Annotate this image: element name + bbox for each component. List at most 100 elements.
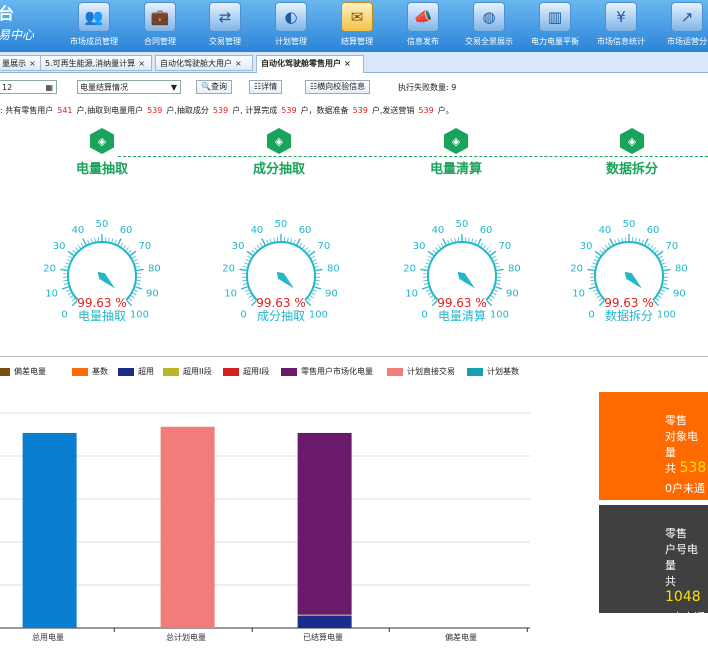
nav-item[interactable]: ◍ 交易全景展示	[456, 2, 522, 47]
close-icon[interactable]: ×	[29, 59, 36, 68]
nav-item[interactable]: ⇄ 交易管理	[192, 2, 258, 47]
gauge-tick	[488, 249, 492, 254]
gauge-tick	[450, 238, 453, 243]
nav-item[interactable]: ¥ 市场信息统计	[588, 2, 654, 47]
gauge-tick	[595, 255, 600, 259]
legend-item[interactable]: 计划直接交易	[387, 366, 455, 377]
globe-icon: ◐	[275, 2, 307, 32]
gauge-needle	[97, 271, 115, 289]
gauge-tick	[594, 292, 599, 296]
nav-label: 电力电量平衡	[531, 37, 579, 46]
legend-item[interactable]: 超用II段	[163, 366, 212, 377]
gauge-tick	[312, 259, 317, 262]
gauge-tick	[592, 262, 597, 265]
nav-item[interactable]: 📣 信息发布	[390, 2, 456, 47]
tab-cockpit-large-user[interactable]: 自动化驾驶舱大用户 ×	[155, 55, 253, 71]
legend-item[interactable]: 基数	[72, 366, 108, 377]
gauge-tick	[131, 255, 136, 259]
gauge-tick	[602, 247, 606, 251]
gauge-tick	[273, 237, 275, 242]
gauge-tick-label: 30	[53, 241, 66, 252]
retail-account-volume-card[interactable]: 零售 户号电量 共1048 0户未通	[599, 505, 708, 624]
trade-icon: ⇄	[209, 2, 241, 32]
nav-item[interactable]: 💼 合同管理	[127, 2, 193, 47]
x-tick-label: 偏差电量	[445, 632, 477, 642]
gauge-tick	[468, 237, 470, 242]
gauge-tick	[591, 265, 596, 268]
query-button[interactable]: 🔍查询	[196, 80, 232, 94]
gauge-tick	[587, 268, 595, 272]
gauge-tick	[638, 238, 641, 243]
gauge-tick	[125, 247, 129, 251]
calendar-icon[interactable]: ▦	[45, 81, 53, 95]
gauge-tick-label: 30	[580, 241, 593, 252]
gauge-tick	[136, 280, 141, 282]
gauge-needle	[624, 271, 642, 289]
analysis-icon: ↗	[671, 2, 703, 32]
gauge-tick	[307, 249, 311, 254]
gauge-tick	[77, 244, 81, 249]
gauge-tick	[494, 262, 499, 265]
gauge-tick-label: 80	[675, 264, 688, 275]
nav-item[interactable]: ↗ 市场运营分	[654, 2, 708, 47]
close-icon[interactable]: ×	[235, 59, 242, 68]
legend-item[interactable]: 计划基数	[467, 366, 519, 377]
gauge-tick	[621, 237, 623, 242]
legend-item[interactable]: 零售用户市场化电量	[281, 366, 373, 377]
gauge-tick	[67, 292, 72, 296]
gauge-tick-label: 70	[666, 241, 679, 252]
gauge-tick	[134, 262, 139, 265]
gauge-tick	[256, 244, 260, 249]
legend-item[interactable]: 超用I段	[223, 366, 269, 377]
detail-button[interactable]: ☷详情	[249, 80, 283, 94]
gauge-tick	[483, 244, 487, 249]
close-icon[interactable]: ×	[344, 59, 351, 68]
gauge-tick	[308, 250, 316, 256]
nav-label: 合同管理	[144, 37, 176, 46]
nav-label: 市场运营分	[667, 37, 707, 46]
nav-item[interactable]: 👥 市场成员管理	[61, 2, 127, 47]
gauge-tick	[242, 280, 247, 282]
nav-item[interactable]: ◐ 计划管理	[258, 2, 324, 47]
gauge-tick	[67, 250, 75, 256]
legend-item[interactable]: 超用	[118, 366, 154, 377]
gauge-tick	[266, 239, 269, 244]
nav-item[interactable]: ▥ 电力电量平衡	[522, 2, 588, 47]
close-icon[interactable]: ×	[138, 59, 145, 68]
gauge-tick-label: 40	[72, 225, 85, 236]
gauge-tick	[659, 292, 664, 296]
stage-icon: ◈	[620, 128, 644, 154]
gauge-tick	[660, 259, 665, 262]
gauge-tick	[133, 259, 138, 262]
nav-item[interactable]: ✉ 结算管理	[324, 2, 390, 47]
horizontal-check-button[interactable]: ☷横向校验信息	[305, 80, 371, 94]
gauge-tick-label: 60	[299, 225, 312, 236]
nav-label: 交易管理	[209, 37, 241, 46]
gauge-tick	[68, 255, 73, 259]
gauge-tick	[662, 286, 670, 290]
report-type-select[interactable]: 电量结算情况 ▼	[77, 80, 181, 94]
tab-bar: 量展示 × 5.可再生能源,消纳量计算 × 自动化驾驶舱大用户 × 自动化驾驶舱零售用…	[0, 52, 708, 73]
tab-renewable-energy[interactable]: 5.可再生能源,消纳量计算 ×	[40, 55, 152, 71]
gauge-tick	[590, 283, 595, 285]
gauge-tick	[108, 237, 110, 242]
legend-item[interactable]: 偏差电量	[0, 366, 46, 377]
settlement-icon: ✉	[341, 2, 373, 32]
legend-swatch	[0, 367, 10, 376]
gauge-tick	[496, 283, 501, 285]
stage-component-extract: ◈ 成分抽取	[234, 128, 324, 177]
gauge-tick	[313, 262, 318, 265]
gauge-tick-label: 60	[480, 225, 493, 236]
date-input[interactable]: 12 ▦	[0, 80, 57, 94]
retail-object-volume-card[interactable]: 零售 对象电量 共 538 0户未通	[599, 392, 708, 500]
gauge-tick	[614, 239, 617, 244]
gauge-tick	[588, 286, 596, 290]
gauge-tick	[312, 289, 317, 292]
gauge-tick	[66, 289, 71, 292]
gauge-tick	[663, 280, 668, 282]
gauge-tick	[426, 289, 431, 292]
tab-cockpit-retail-user[interactable]: 自动化驾驶舱零售用户 ×	[256, 55, 364, 73]
gauge-tick	[471, 238, 474, 243]
gauge-tick-label: 50	[96, 219, 109, 230]
gauge-tick	[593, 259, 598, 262]
